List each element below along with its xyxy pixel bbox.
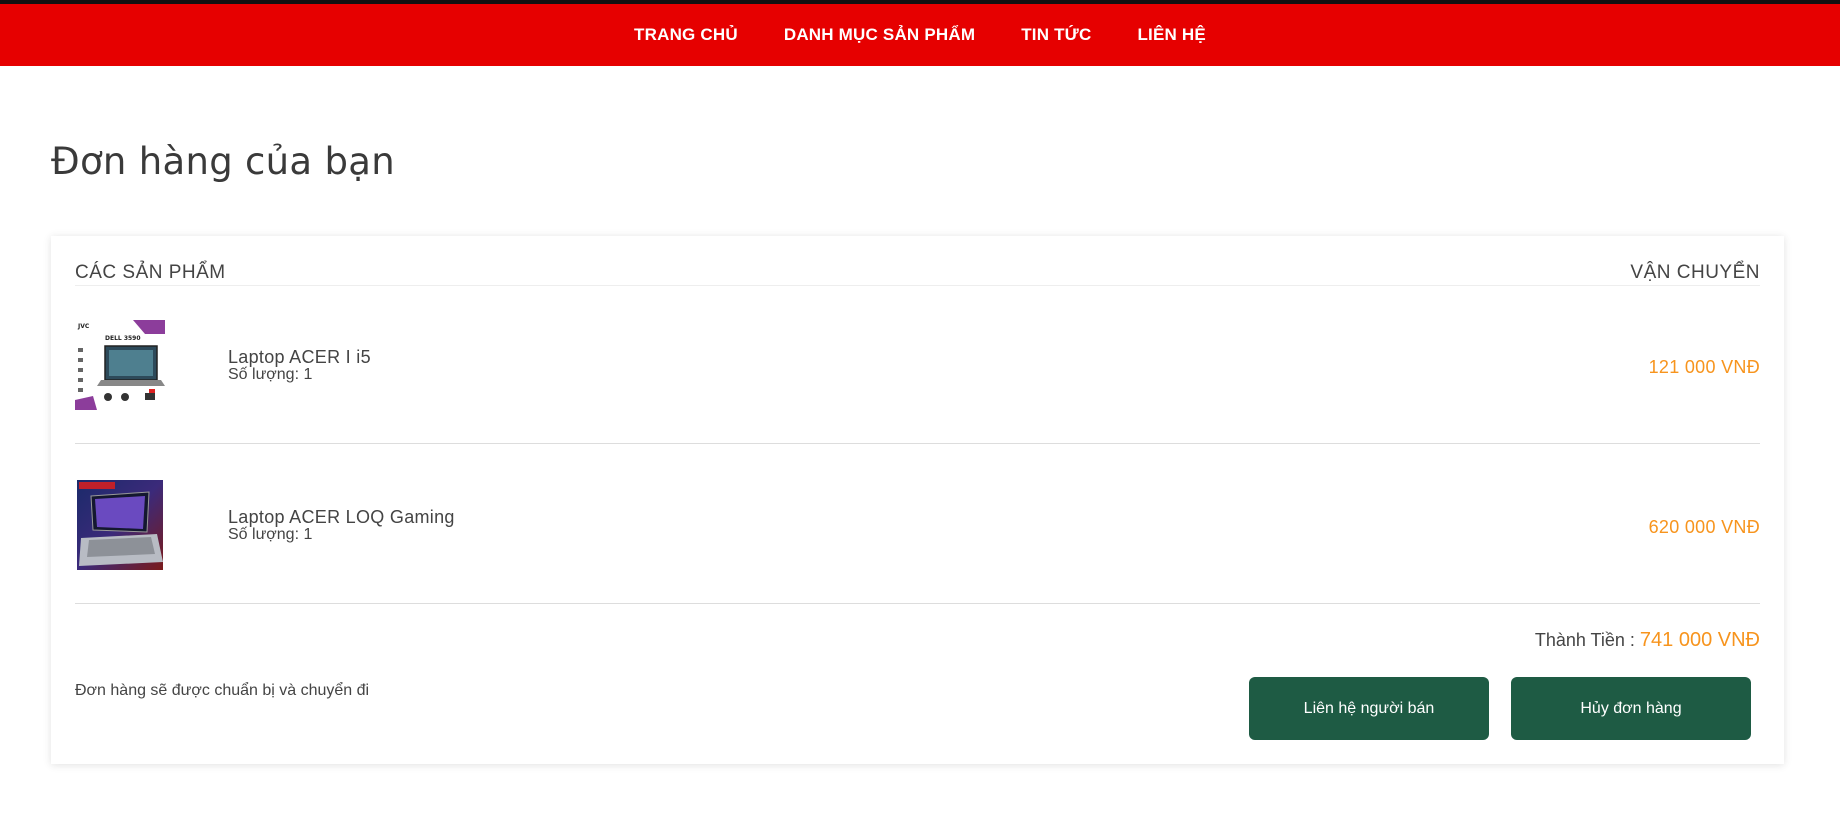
main-nav: TRANG CHỦ DANH MỤC SẢN PHẨM TIN TỨC LIÊN…	[0, 4, 1840, 66]
contact-seller-button[interactable]: Liên hệ người bán	[1249, 677, 1489, 740]
shipping-column-header: VẬN CHUYỂN	[1630, 262, 1760, 283]
page-title: Đơn hàng của bạn	[51, 140, 395, 183]
cancel-order-button[interactable]: Hủy đơn hàng	[1511, 677, 1751, 740]
nav-news[interactable]: TIN TỨC	[1021, 25, 1091, 45]
order-item-price: 620 000 VNĐ	[1648, 517, 1760, 537]
order-card: CÁC SẢN PHẨM VẬN CHUYỂN JVC DELL 3590 La…	[51, 236, 1784, 764]
order-total: Thành Tiền : 741 000 VNĐ	[1535, 629, 1760, 652]
order-item-quantity: Số lượng: 1	[228, 526, 313, 543]
order-status-note: Đơn hàng sẽ được chuẩn bị và chuyển đi	[75, 682, 370, 699]
order-item: JVC DELL 3590 Laptop ACER I i5 Số lượng:…	[75, 286, 1760, 444]
order-item-price: 121 000 VNĐ	[1648, 357, 1760, 377]
order-item: Laptop ACER LOQ Gaming Số lượng: 1 620 0…	[75, 446, 1760, 604]
products-column-header: CÁC SẢN PHẨM	[75, 262, 226, 283]
order-item-name[interactable]: Laptop ACER I i5	[228, 347, 371, 368]
nav-contact[interactable]: LIÊN HỆ	[1137, 25, 1205, 45]
order-item-quantity: Số lượng: 1	[228, 366, 313, 383]
order-total-label: Thành Tiền :	[1534, 630, 1635, 650]
svg-text:JVC: JVC	[77, 323, 90, 330]
laptop-gaming-thumbnail[interactable]	[77, 480, 163, 570]
laptop-dell-3590-thumbnail[interactable]: JVC DELL 3590	[75, 320, 165, 410]
order-total-value: 741 000 VNĐ	[1639, 629, 1760, 651]
top-navigation-bar: TRANG CHỦ DANH MỤC SẢN PHẨM TIN TỨC LIÊN…	[0, 0, 1840, 66]
nav-home[interactable]: TRANG CHỦ	[634, 25, 738, 45]
nav-product-categories[interactable]: DANH MỤC SẢN PHẨM	[784, 25, 975, 45]
order-item-name[interactable]: Laptop ACER LOQ Gaming	[228, 507, 455, 528]
svg-text:DELL 3590: DELL 3590	[105, 335, 141, 342]
